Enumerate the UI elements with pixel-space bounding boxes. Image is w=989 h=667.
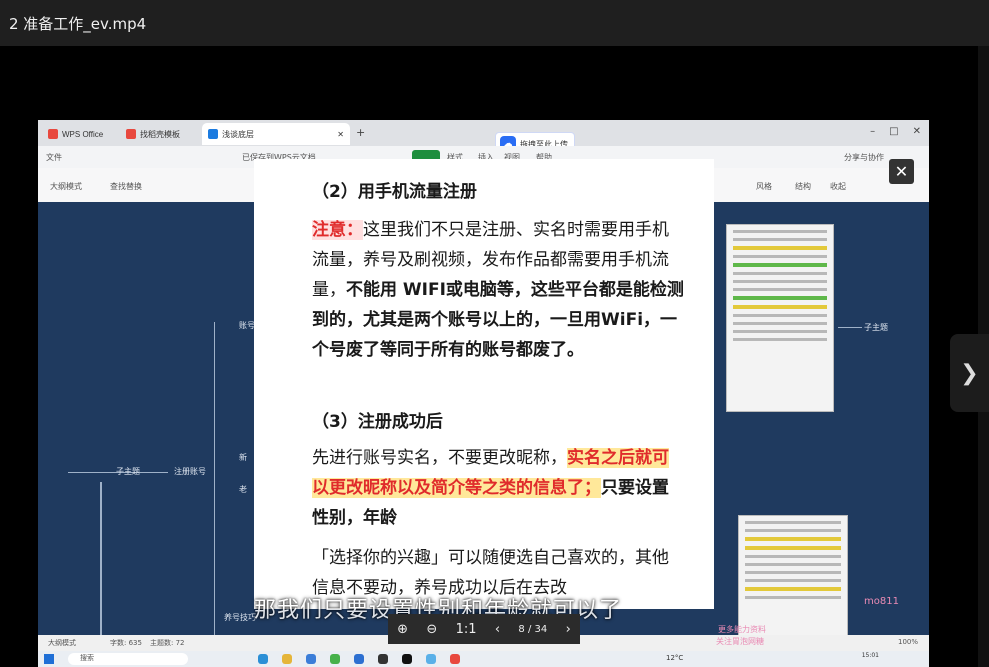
style-button[interactable]: 风格 <box>756 181 772 192</box>
collapse-button[interactable]: 收起 <box>830 181 846 192</box>
close-viewer-button[interactable]: ✕ <box>889 159 914 184</box>
player-title-bar: 2 准备工作_ev.mp4 <box>0 0 989 46</box>
wps-logo-icon <box>48 129 58 139</box>
close-tab-icon[interactable]: ✕ <box>337 130 344 139</box>
node-root[interactable]: 子主题 <box>116 466 140 477</box>
windows-start-icon[interactable] <box>44 654 54 664</box>
paragraph-realname: 先进行账号实名，不要更改昵称，实名之后就可以更改昵称以及简介等之类的信息了；只要… <box>312 443 684 533</box>
structure-button[interactable]: 结构 <box>795 181 811 192</box>
watermark: mo811 <box>864 596 899 607</box>
video-title: 2 准备工作_ev.mp4 <box>9 14 147 33</box>
zoom-in-icon[interactable]: ⊕ <box>397 622 408 637</box>
qq-icon[interactable] <box>378 654 388 664</box>
find-replace-button[interactable]: 查找替换 <box>110 181 142 192</box>
watermark: 更多能力资料 <box>718 625 766 634</box>
share-button[interactable]: 分享与协作 <box>844 152 884 163</box>
node-subtopic[interactable]: 子主题 <box>864 322 888 333</box>
wps-taskbar-icon[interactable] <box>450 654 460 664</box>
note-bold: 不能用 WIFI或电脑等，这些平台都是能检测到的，尤其是两个账号以上的，一旦用W… <box>312 280 684 360</box>
edge-icon[interactable] <box>258 654 268 664</box>
node-register[interactable]: 注册账号 <box>174 466 206 477</box>
node-old[interactable]: 老 <box>239 484 247 495</box>
node-account[interactable]: 账号 <box>239 320 255 331</box>
next-video-button[interactable]: ❯ <box>950 334 989 412</box>
zoom-out-icon[interactable]: ⊖ <box>426 622 437 637</box>
tab-label: WPS Office <box>62 129 104 139</box>
viewer-toolbar: ⊕ ⊖ 1:1 ‹ 8 / 34 › <box>388 614 580 644</box>
close-icon: ✕ <box>894 162 909 181</box>
status-outline[interactable]: 大纲模式 <box>48 638 76 648</box>
tiktok-icon[interactable] <box>402 654 412 664</box>
tab-label: 浅谈底层 <box>222 129 254 139</box>
template-icon <box>126 129 136 139</box>
watermark: 关注胃泡网糖 <box>716 637 764 646</box>
branch-line <box>214 322 215 642</box>
note-label: 注意： <box>312 220 363 240</box>
tab-wps-office[interactable]: WPS Office <box>42 123 116 145</box>
status-zoom[interactable]: 100% <box>898 638 918 646</box>
node-new[interactable]: 新 <box>239 452 247 463</box>
note-card[interactable] <box>726 224 834 412</box>
status-chars: 字数: 635 <box>110 639 142 647</box>
app-icon[interactable] <box>354 654 364 664</box>
heading-after-register: （3）注册成功后 <box>312 412 443 432</box>
clock: 15:01 <box>861 652 879 659</box>
tab-mindmap[interactable]: 浅谈底层 ✕ <box>202 123 350 145</box>
minimize-icon[interactable]: – <box>870 126 875 137</box>
paragraph-note: 注意：这里我们不只是注册、实名时需要用手机流量，养号及刷视频，发布作品都需要用手… <box>312 215 684 365</box>
menu-file[interactable]: 文件 <box>46 152 62 163</box>
branch-line <box>100 482 102 642</box>
node-raise[interactable]: 养号技巧 <box>224 612 256 623</box>
status-topics: 主题数: 72 <box>150 639 185 647</box>
wps-tab-bar: WPS Office 找稻壳模板 浅谈底层 ✕ + ☁ 拖拽至此上传 – □ ✕ <box>38 120 929 156</box>
mindmap-icon <box>208 129 218 139</box>
prev-page-icon[interactable]: ‹ <box>495 622 500 637</box>
close-window-icon[interactable]: ✕ <box>913 126 921 137</box>
wechat-icon[interactable] <box>330 654 340 664</box>
new-tab-icon[interactable]: + <box>356 126 365 139</box>
maximize-icon[interactable]: □ <box>889 126 898 137</box>
branch-line <box>838 327 862 328</box>
taskbar-search[interactable]: 搜索 <box>68 653 188 665</box>
realname-text: 先进行账号实名，不要更改昵称， <box>312 448 567 468</box>
taskbar-apps <box>258 654 460 664</box>
search-label: 搜索 <box>80 654 94 662</box>
actual-size-button[interactable]: 1:1 <box>456 622 477 637</box>
chevron-right-icon: ❯ <box>960 360 979 386</box>
page-indicator: 8 / 34 <box>518 623 548 635</box>
store-icon[interactable] <box>306 654 316 664</box>
windows-taskbar: 搜索 12°C 15:01 <box>38 651 929 667</box>
outline-mode-button[interactable]: 大纲模式 <box>50 181 82 192</box>
note-card[interactable] <box>738 515 848 637</box>
next-page-icon[interactable]: › <box>566 622 571 637</box>
weather: 12°C <box>666 654 684 662</box>
folder-icon[interactable] <box>282 654 292 664</box>
app-icon[interactable] <box>426 654 436 664</box>
window-controls: – □ ✕ <box>870 126 921 137</box>
tab-label: 找稻壳模板 <box>140 129 180 139</box>
heading-mobile-data: （2）用手机流量注册 <box>312 182 477 202</box>
tab-template[interactable]: 找稻壳模板 <box>120 123 200 145</box>
document-page: （2）用手机流量注册 注意：这里我们不只是注册、实名时需要用手机流量，养号及刷视… <box>254 159 714 609</box>
